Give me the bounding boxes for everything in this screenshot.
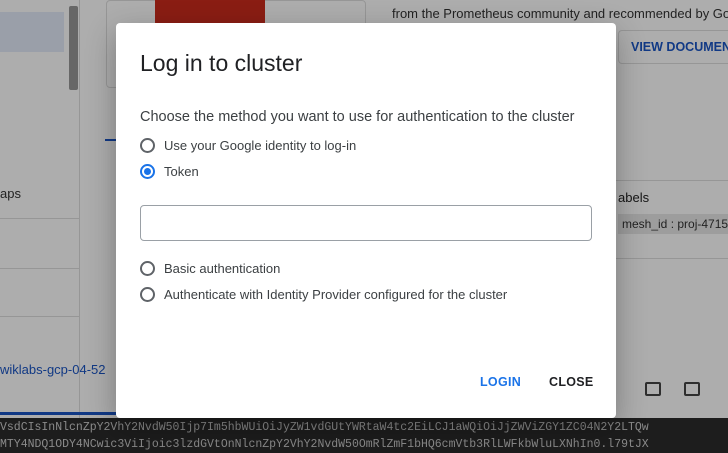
radio-icon[interactable] [140, 287, 155, 302]
radio-label: Token [164, 164, 199, 179]
radio-basic-auth[interactable]: Basic authentication [140, 261, 280, 276]
radio-label: Basic authentication [164, 261, 281, 276]
login-dialog: Log in to cluster Choose the method you … [116, 23, 616, 418]
login-button[interactable]: LOGIN [480, 375, 521, 389]
radio-label: Use your Google identity to log-in [164, 138, 357, 153]
close-button[interactable]: CLOSE [549, 375, 594, 389]
dialog-title: Log in to cluster [140, 50, 303, 76]
radio-google-identity[interactable]: Use your Google identity to log-in [140, 138, 356, 153]
dialog-description: Choose the method you want to use for au… [140, 109, 575, 125]
radio-identity-provider[interactable]: Authenticate with Identity Provider conf… [140, 287, 507, 302]
token-input[interactable] [140, 205, 592, 241]
radio-icon[interactable] [140, 138, 155, 153]
radio-token[interactable]: Token [140, 164, 199, 179]
radio-icon[interactable] [140, 164, 155, 179]
radio-icon[interactable] [140, 261, 155, 276]
radio-label: Authenticate with Identity Provider conf… [164, 287, 508, 302]
